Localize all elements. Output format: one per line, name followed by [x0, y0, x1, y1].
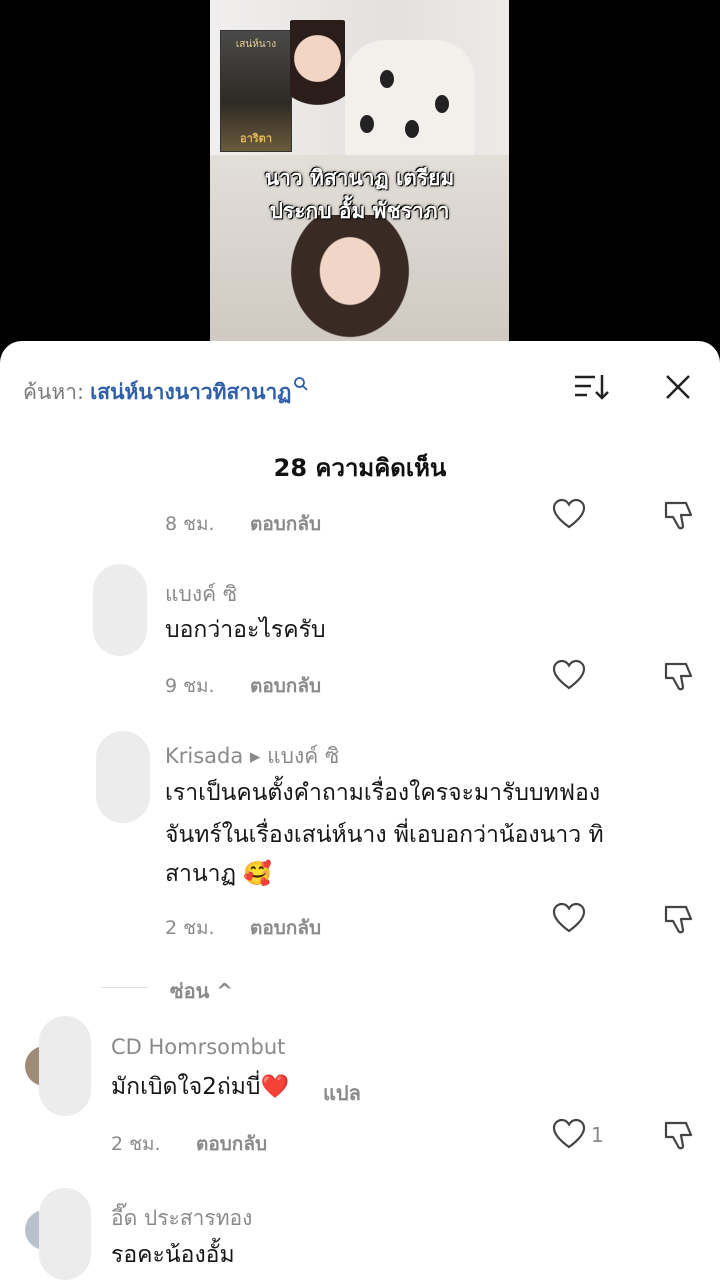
- comment-time: 2 ชม.: [165, 917, 215, 939]
- dress-dot: [380, 70, 394, 88]
- polka-dot-dress: [345, 40, 475, 160]
- heart-icon[interactable]: [552, 659, 586, 693]
- reply-button[interactable]: ตอบกลับ: [196, 1129, 267, 1159]
- drama-poster: เสน่ห์นาง อาริตา: [220, 30, 292, 152]
- comment-author[interactable]: CD Homrsombut: [111, 1035, 285, 1059]
- comment-author[interactable]: อี๊ด ประสารทอง: [111, 1202, 252, 1235]
- avatar[interactable]: [25, 1016, 95, 1116]
- poster-title: เสน่ห์นาง: [235, 39, 277, 50]
- avatar[interactable]: [96, 731, 150, 823]
- comment-author[interactable]: แบงค์ ซิ: [165, 578, 237, 611]
- comment-text: รอคะน้องอั้ม: [111, 1242, 235, 1268]
- dislike-icon[interactable]: [662, 903, 696, 937]
- dress-dot: [360, 115, 374, 133]
- reply-button[interactable]: ตอบกลับ: [250, 671, 321, 701]
- sort-icon[interactable]: [573, 372, 609, 402]
- hide-replies-button[interactable]: ซ่อน ^: [170, 975, 233, 1007]
- heart-icon[interactable]: [552, 902, 586, 936]
- dress-dot: [405, 120, 419, 138]
- comment-text: มักเบิดใจ2ถ่มบี่❤️: [111, 1074, 290, 1100]
- comment-time: 9 ชม.: [165, 675, 215, 697]
- dislike-icon[interactable]: [662, 1119, 696, 1153]
- search-term-link[interactable]: เสน่ห์นางนาวทิสานาฏ: [90, 380, 291, 404]
- comment-time: 2 ชม.: [111, 1133, 161, 1155]
- video-caption: นาว ทิสานาฏ เตรียม ประกบ อั้ม พัชราภา: [210, 162, 509, 228]
- woman-photo: [275, 215, 425, 345]
- heart-icon[interactable]: [552, 498, 586, 532]
- divider: [102, 987, 148, 988]
- reply-button[interactable]: ตอบกลับ: [250, 913, 321, 943]
- comment-text-line-3: สานาฏ 🥰: [165, 861, 272, 887]
- caption-line-2: ประกบ อั้ม พัชราภา: [269, 199, 450, 223]
- video-player[interactable]: เสน่ห์นาง อาริตา นาว ทิสานาฏ เตรียม ประก…: [210, 0, 509, 345]
- like-count: 1: [591, 1123, 604, 1147]
- comment-author[interactable]: Krisada ▸ แบงค์ ซิ: [165, 740, 339, 773]
- caption-line-1: นาว ทิสานาฏ เตรียม: [264, 166, 455, 190]
- comment-count: 28 ความคิดเห็น: [273, 454, 447, 482]
- actress-photo: [290, 20, 345, 130]
- comment-text-line-2: จันทร์ในเรื่องเสน่ห์นาง พี่เอบอกว่าน้องน…: [165, 822, 604, 848]
- comments-sheet: ค้นหา: เสน่ห์นางนาวทิสานาฏ 28 ความคิดเห็น…: [0, 341, 720, 1280]
- dislike-icon[interactable]: [662, 660, 696, 694]
- search-icon[interactable]: [293, 376, 309, 392]
- avatar[interactable]: [25, 1188, 95, 1280]
- comment-text: บอกว่าอะไรครับ: [165, 617, 326, 643]
- comment-text-line-1: เราเป็นคนตั้งคำถามเรื่องใครจะมารับบทฟอง: [165, 780, 601, 806]
- comment-time: 8 ชม.: [165, 513, 215, 535]
- heart-icon[interactable]: [552, 1118, 586, 1152]
- dress-dot: [435, 95, 449, 113]
- translate-button[interactable]: แปล: [323, 1077, 361, 1109]
- dislike-icon[interactable]: [662, 499, 696, 533]
- poster-author: อาริตา: [239, 132, 272, 145]
- close-icon[interactable]: [662, 371, 694, 403]
- search-bar[interactable]: ค้นหา: เสน่ห์นางนาวทิสานาฏ: [23, 376, 309, 409]
- avatar[interactable]: [93, 564, 147, 656]
- search-prefix: ค้นหา:: [23, 380, 85, 404]
- reply-button[interactable]: ตอบกลับ: [250, 509, 321, 539]
